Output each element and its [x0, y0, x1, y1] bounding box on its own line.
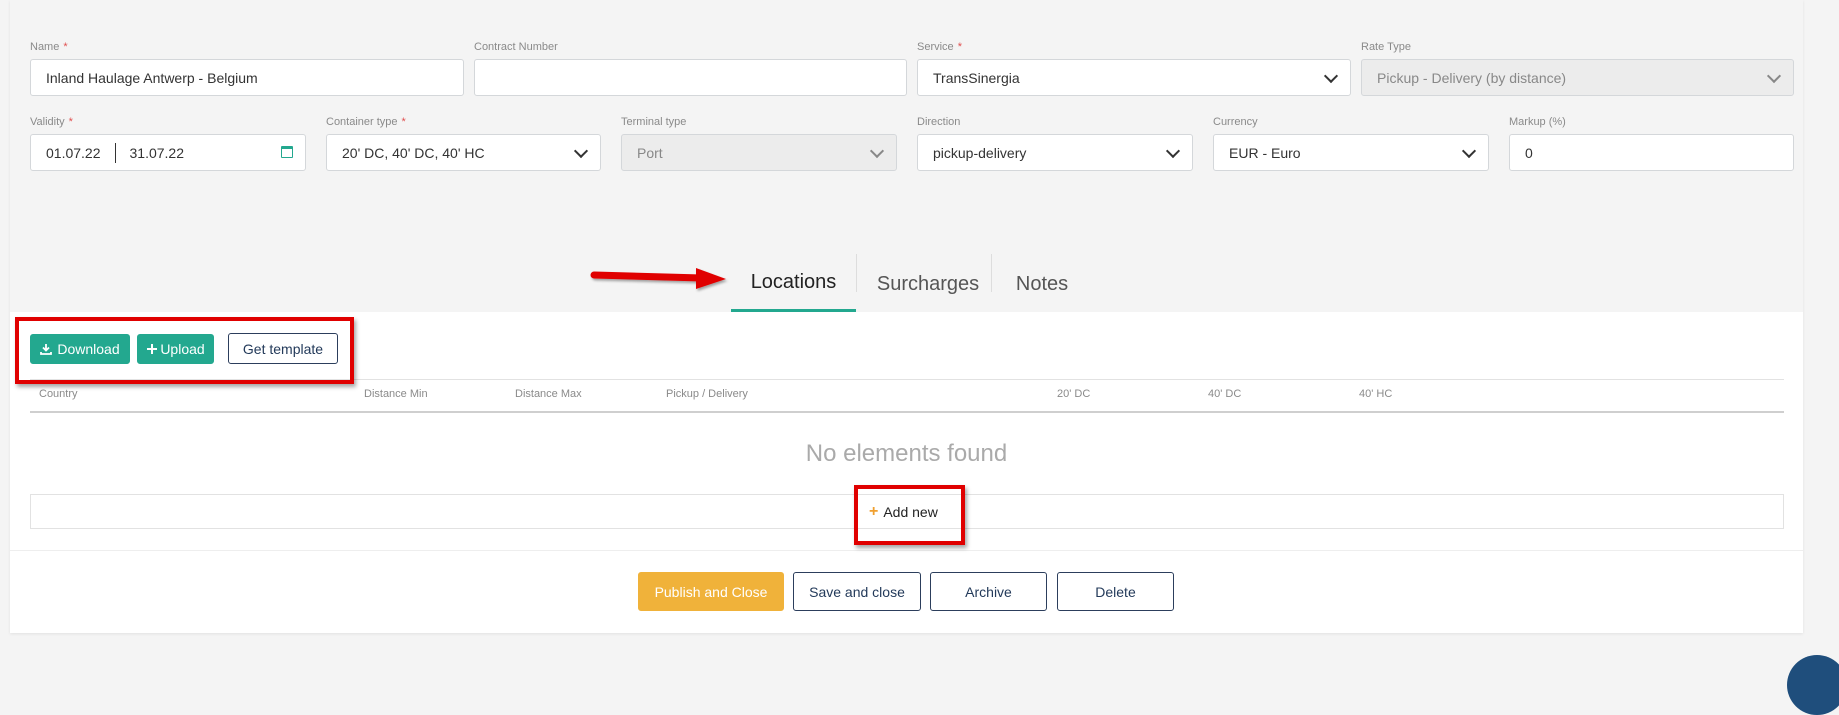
validity-to[interactable]: 31.07.22 — [130, 145, 185, 161]
column-header-20dc: 20' DC — [1057, 388, 1091, 400]
footer-divider — [10, 550, 1803, 551]
save-and-close-button[interactable]: Save and close — [793, 572, 921, 611]
validity-daterange[interactable]: 01.07.22 31.07.22 — [30, 134, 306, 171]
annotation-highlight-toolbar — [15, 317, 354, 384]
calendar-icon[interactable] — [281, 146, 293, 158]
validity-label: Validity * — [30, 116, 73, 128]
annotation-arrow-icon — [590, 268, 726, 289]
date-separator — [114, 142, 116, 163]
column-header-distance-max: Distance Max — [515, 388, 582, 400]
rate-type-label: Rate Type — [1361, 41, 1411, 53]
currency-label: Currency — [1213, 116, 1258, 128]
tab-locations[interactable]: Locations — [731, 256, 856, 312]
column-header-distance-min: Distance Min — [364, 388, 428, 400]
empty-state-text: No elements found — [805, 440, 1008, 467]
validity-from[interactable]: 01.07.22 — [46, 145, 101, 161]
table-header-underline — [30, 411, 1784, 413]
annotation-highlight-add-new — [854, 485, 965, 545]
service-select[interactable]: TransSinergia — [917, 59, 1351, 96]
markup-label: Markup (%) — [1509, 116, 1566, 128]
rate-type-select: Pickup - Delivery (by distance) — [1361, 59, 1794, 96]
chevron-down-icon — [1461, 143, 1477, 158]
container-type-label: Container type * — [326, 116, 406, 128]
contract-number-label: Contract Number — [474, 41, 558, 53]
name-label: Name * — [30, 41, 68, 53]
chevron-down-icon — [1323, 68, 1339, 83]
delete-button[interactable]: Delete — [1057, 572, 1174, 611]
chevron-down-icon — [869, 143, 885, 158]
publish-and-close-button[interactable]: Publish and Close — [638, 572, 784, 611]
currency-select[interactable]: EUR - Euro — [1213, 134, 1489, 171]
column-header-country: Country — [39, 388, 78, 400]
chevron-down-icon — [1766, 68, 1782, 83]
direction-select[interactable]: pickup-delivery — [917, 134, 1193, 171]
chevron-down-icon — [1165, 143, 1181, 158]
terminal-type-label: Terminal type — [621, 116, 687, 128]
chevron-down-icon — [573, 143, 589, 158]
direction-label: Direction — [917, 116, 961, 128]
name-field[interactable]: Inland Haulage Antwerp - Belgium — [30, 59, 464, 96]
tab-notes[interactable]: Notes — [992, 256, 1092, 312]
column-header-pickup-delivery: Pickup / Delivery — [666, 388, 748, 400]
help-widget-button[interactable] — [1787, 655, 1839, 715]
container-type-select[interactable]: 20' DC, 40' DC, 40' HC — [326, 134, 601, 171]
contract-number-field[interactable] — [474, 59, 907, 96]
column-header-40hc: 40' HC — [1359, 388, 1393, 400]
tab-surcharges[interactable]: Surcharges — [857, 256, 999, 312]
column-header-40dc: 40' DC — [1208, 388, 1242, 400]
terminal-type-select: Port — [621, 134, 897, 171]
markup-field[interactable]: 0 — [1509, 134, 1794, 171]
archive-button[interactable]: Archive — [930, 572, 1047, 611]
service-label: Service * — [917, 41, 962, 53]
